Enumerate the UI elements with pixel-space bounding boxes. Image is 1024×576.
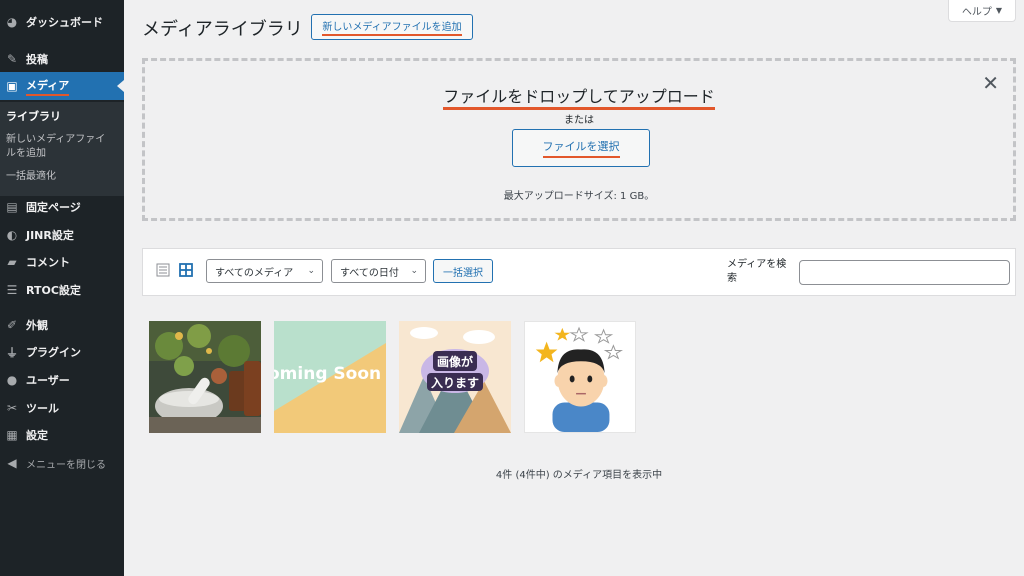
list-view-icon[interactable] bbox=[155, 262, 171, 278]
search-label: メディアを検 索 bbox=[727, 259, 787, 284]
media-type-select[interactable]: すべてのメディア ⌄ bbox=[206, 259, 323, 283]
upload-drop-zone[interactable]: ✕ ファイルをドロップしてアップロード または ファイルを選択 最大アップロード… bbox=[142, 58, 1016, 221]
page-title: メディアライブラリ bbox=[142, 19, 303, 40]
svg-text:画像が: 画像が bbox=[437, 354, 473, 369]
submenu-library[interactable]: ライブラリ bbox=[6, 110, 118, 124]
select-files-button[interactable]: ファイルを選択 bbox=[512, 129, 650, 167]
admin-sidebar: ◕ ダッシュボード ✎ 投稿 ▣ メディア ライブラリ 新しいメディアファイ ル… bbox=[0, 0, 124, 576]
confused-person-illustration bbox=[525, 322, 635, 432]
sidebar-item-tools[interactable]: ✂ ツール bbox=[0, 396, 124, 420]
media-search-input[interactable] bbox=[799, 260, 1010, 285]
date-select[interactable]: すべての日付 ⌄ bbox=[331, 259, 426, 283]
media-toolbar: すべてのメディア ⌄ すべての日付 ⌄ 一括選択 メディアを検 索 bbox=[142, 248, 1016, 296]
herbs-photo bbox=[149, 321, 261, 433]
sidebar-item-settings[interactable]: ▦ 設定 bbox=[0, 423, 124, 447]
media-submenu: ライブラリ 新しいメディアファイ ルを追加 一括最適化 bbox=[0, 102, 124, 196]
drop-title: ファイルをドロップしてアップロード bbox=[145, 83, 1013, 110]
media-item-herbs[interactable] bbox=[149, 321, 261, 433]
caret-down-icon: ▼ bbox=[995, 6, 1003, 15]
submenu-bulk-optimize[interactable]: 一括最適化 bbox=[6, 170, 118, 184]
comment-icon: ▰ bbox=[7, 255, 17, 269]
add-new-media-button[interactable]: 新しいメディアファイルを追加 bbox=[311, 14, 473, 40]
media-icon: ▣ bbox=[6, 79, 18, 93]
media-item-coming-soon[interactable]: oming Soon bbox=[274, 321, 386, 433]
dashboard-icon: ◕ bbox=[6, 15, 18, 29]
user-icon: ● bbox=[6, 373, 18, 387]
sidebar-item-media[interactable]: ▣ メディア bbox=[0, 72, 124, 100]
media-item-person-illustration[interactable] bbox=[524, 321, 636, 433]
sidebar-item-comments[interactable]: ▰ コメント bbox=[0, 250, 124, 274]
chevron-down-icon: ⌄ bbox=[410, 266, 418, 276]
pin-icon: ✎ bbox=[6, 52, 18, 66]
image-placeholder-graphic: 画像が 入ります bbox=[399, 321, 511, 433]
sidebar-item-appearance[interactable]: ✐ 外観 bbox=[0, 313, 124, 337]
chevron-down-icon: ⌄ bbox=[307, 266, 315, 276]
wrench-icon: ✂ bbox=[6, 401, 18, 415]
bulk-select-button[interactable]: 一括選択 bbox=[433, 259, 493, 283]
sidebar-item-posts[interactable]: ✎ 投稿 bbox=[0, 47, 124, 71]
coming-soon-image: oming Soon bbox=[274, 321, 386, 433]
sidebar-item-plugins[interactable]: ⏚ プラグイン bbox=[0, 340, 124, 364]
media-count-text: 4件 (4件中) のメディア項目を表示中 bbox=[495, 470, 663, 481]
appearance-icon: ✐ bbox=[6, 318, 18, 332]
svg-text:oming Soon: oming Soon bbox=[274, 364, 381, 384]
sidebar-item-jinr-settings[interactable]: ◐ JINR設定 bbox=[0, 223, 124, 247]
plugin-icon: ⏚ bbox=[5, 345, 18, 360]
sidebar-item-users[interactable]: ● ユーザー bbox=[0, 368, 124, 392]
list-icon: ☰ bbox=[6, 283, 18, 297]
svg-text:入ります: 入ります bbox=[431, 376, 479, 390]
grid-view-icon[interactable] bbox=[178, 262, 194, 278]
sliders-icon: ▦ bbox=[6, 428, 18, 442]
media-item-image-placeholder[interactable]: 画像が 入ります bbox=[399, 321, 511, 433]
max-upload-size: 最大アップロードサイズ: 1 GB。 bbox=[503, 191, 655, 202]
help-tab-button[interactable]: ヘルプ ▼ bbox=[948, 0, 1016, 22]
settings-icon: ◐ bbox=[6, 228, 18, 242]
sidebar-item-dashboard[interactable]: ◕ ダッシュボード bbox=[0, 10, 124, 34]
sidebar-item-rtoc-settings[interactable]: ☰ RTOC設定 bbox=[0, 278, 124, 302]
page-icon: ▤ bbox=[6, 200, 18, 214]
sidebar-item-pages[interactable]: ▤ 固定ページ bbox=[0, 195, 124, 219]
or-text: または bbox=[564, 115, 594, 126]
submenu-add-new[interactable]: 新しいメディアファイ ルを追加 bbox=[6, 133, 118, 161]
